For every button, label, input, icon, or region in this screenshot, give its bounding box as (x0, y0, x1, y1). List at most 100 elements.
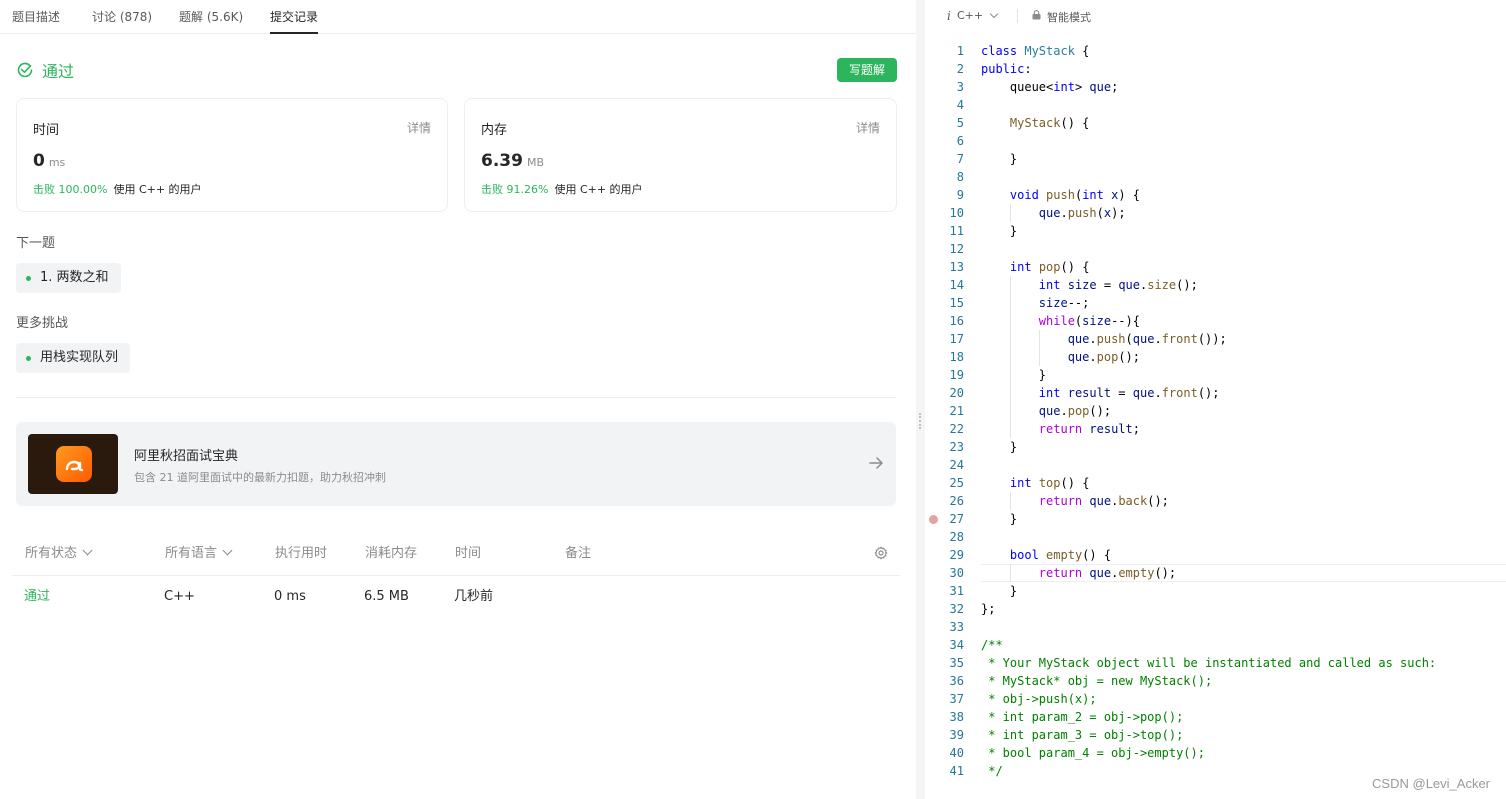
code-text: while(size--){ (1038, 314, 1140, 328)
line-number: 41 (949, 764, 964, 778)
header-memory: 消耗内存 (365, 546, 418, 561)
runtime-detail-link[interactable]: 详情 (407, 119, 431, 136)
code-line[interactable]: 36 * MyStack* obj = new MyStack(); (925, 672, 1506, 690)
filter-status-dropdown[interactable]: 所有状态 (25, 532, 93, 576)
code-line[interactable]: 5 MyStack() { (925, 114, 1506, 132)
next-problem-chip[interactable]: 1. 两数之和 (16, 263, 121, 293)
code-line[interactable]: 4 (925, 96, 1506, 114)
code-line[interactable]: 8 (925, 168, 1506, 186)
code-line[interactable]: 38 * int param_2 = obj->pop(); (925, 708, 1506, 726)
line-number: 35 (949, 656, 964, 670)
code-text: } (981, 224, 1018, 238)
code-line[interactable]: 32}; (925, 600, 1506, 618)
code-line[interactable]: 31 } (925, 582, 1506, 600)
code-line[interactable]: 11 } (925, 222, 1506, 240)
code-line[interactable]: 30 return que.empty(); (925, 564, 1506, 582)
code-line[interactable]: 17 que.push(que.front()); (925, 330, 1506, 348)
code-line[interactable]: 13 int pop() { (925, 258, 1506, 276)
code-line[interactable]: 14 int size = que.size(); (925, 276, 1506, 294)
code-line[interactable]: 33 (925, 618, 1506, 636)
line-number: 8 (956, 170, 964, 184)
code-text: size--; (1038, 296, 1090, 310)
code-line[interactable]: 9 void push(int x) { (925, 186, 1506, 204)
code-text: que.pop(); (1067, 350, 1140, 364)
code-line[interactable]: 26 return que.back(); (925, 492, 1506, 510)
runtime-beat: 击败 100.00% 使用 C++ 的用户 (33, 183, 202, 196)
smart-mode-toggle[interactable]: 智能模式 (1047, 9, 1091, 25)
row-status-link[interactable]: 通过 (24, 577, 50, 617)
line-number: 15 (949, 296, 964, 310)
code-line[interactable]: 37 * obj->push(x); (925, 690, 1506, 708)
header-runtime: 执行用时 (275, 546, 328, 561)
promo-title: 阿里秋招面试宝典 (134, 449, 239, 464)
code-line[interactable]: 39 * int param_3 = obj->top(); (925, 726, 1506, 744)
line-number: 33 (949, 620, 964, 634)
bullet-dot (26, 275, 31, 281)
code-area[interactable]: 1 class MyStack {2 public: 3 queue<int> que… (925, 42, 1506, 780)
memory-card: 内存 详情 6.39 MB 击败 91.26% 使用 C++ 的用户 (464, 98, 897, 212)
memory-unit: MB (526, 156, 544, 169)
code-line[interactable]: 25 int top() { (925, 474, 1506, 492)
code-line[interactable]: 18 que.pop(); (925, 348, 1506, 366)
chevron-down-icon (989, 9, 999, 19)
tab-discussion[interactable]: 讨论 (878) (92, 0, 152, 34)
code-line[interactable]: 27 } (925, 510, 1506, 528)
code-line[interactable]: 23 } (925, 438, 1506, 456)
line-number: 34 (949, 638, 964, 652)
code-line[interactable]: 7 } (925, 150, 1506, 168)
check-circle-icon (17, 62, 33, 78)
code-line[interactable]: 10 que.push(x); (925, 204, 1506, 222)
line-number: 24 (949, 458, 964, 472)
code-line[interactable]: 6 (925, 132, 1506, 150)
language-select[interactable]: C++ (957, 9, 983, 22)
challenge-chip[interactable]: 用栈实现队列 (16, 343, 131, 373)
code-line[interactable]: 19 } (925, 366, 1506, 384)
runtime-unit: ms (48, 156, 66, 169)
code-line[interactable]: 15 size--; (925, 294, 1506, 312)
code-line[interactable]: 3 queue<int> que; (925, 78, 1506, 96)
line-number: 16 (949, 314, 964, 328)
submissions-table-header: 所有状态 所有语言 执行用时 消耗内存 时间 备注 (12, 532, 900, 576)
problem-tabs: 题目描述 讨论 (878) 题解 (5.6K) 提交记录 (0, 0, 916, 34)
promo-card[interactable]: 阿里秋招面试宝典 包含 21 道阿里面试中的最新力扣题，助力秋招冲刺 (16, 422, 896, 506)
code-text: que.push(que.front()); (1067, 332, 1227, 346)
line-number: 39 (949, 728, 964, 742)
line-number: 21 (949, 404, 964, 418)
more-challenges-title: 更多挑战 (16, 316, 69, 331)
row-runtime: 0 ms (274, 589, 306, 604)
status-text: 通过 (42, 62, 75, 81)
lock-icon (1032, 10, 1041, 20)
line-number: 12 (949, 242, 964, 256)
code-line[interactable]: 20 int result = que.front(); (925, 384, 1506, 402)
tab-solutions[interactable]: 题解 (5.6K) (179, 0, 243, 34)
line-number: 22 (949, 422, 964, 436)
table-row[interactable]: 通过 C++ 0 ms 6.5 MB 几秒前 (12, 577, 900, 619)
code-line[interactable]: 35 * Your MyStack object will be instant… (925, 654, 1506, 672)
memory-detail-link[interactable]: 详情 (856, 119, 880, 136)
code-line[interactable]: 29 bool empty() { (925, 546, 1506, 564)
pane-resizer[interactable] (916, 0, 925, 799)
code-line[interactable]: 28 (925, 528, 1506, 546)
tab-description[interactable]: 题目描述 (12, 0, 60, 34)
filter-language-dropdown[interactable]: 所有语言 (165, 532, 233, 576)
code-line[interactable]: 21 que.pop(); (925, 402, 1506, 420)
line-number: 10 (949, 206, 964, 220)
tab-submissions[interactable]: 提交记录 (270, 0, 319, 34)
code-text: public: (981, 62, 1032, 76)
code-text: class MyStack { (981, 44, 1090, 58)
code-line[interactable]: 34 /** (925, 636, 1506, 654)
code-text: */ (981, 764, 1003, 778)
gear-icon[interactable] (874, 546, 888, 560)
line-number: 4 (956, 98, 964, 112)
code-text: } (981, 584, 1018, 598)
code-line[interactable]: 40 * bool param_4 = obj->empty(); (925, 744, 1506, 762)
code-line[interactable]: 2 public: (925, 60, 1506, 78)
code-line[interactable]: 1 class MyStack { (925, 42, 1506, 60)
code-text: } (981, 368, 1047, 382)
code-line[interactable]: 24 (925, 456, 1506, 474)
header-note: 备注 (565, 546, 592, 561)
code-line[interactable]: 12 (925, 240, 1506, 258)
code-line[interactable]: 16 while(size--){ (925, 312, 1506, 330)
code-line[interactable]: 22 return result; (925, 420, 1506, 438)
write-solution-button[interactable]: 写题解 (837, 58, 897, 82)
